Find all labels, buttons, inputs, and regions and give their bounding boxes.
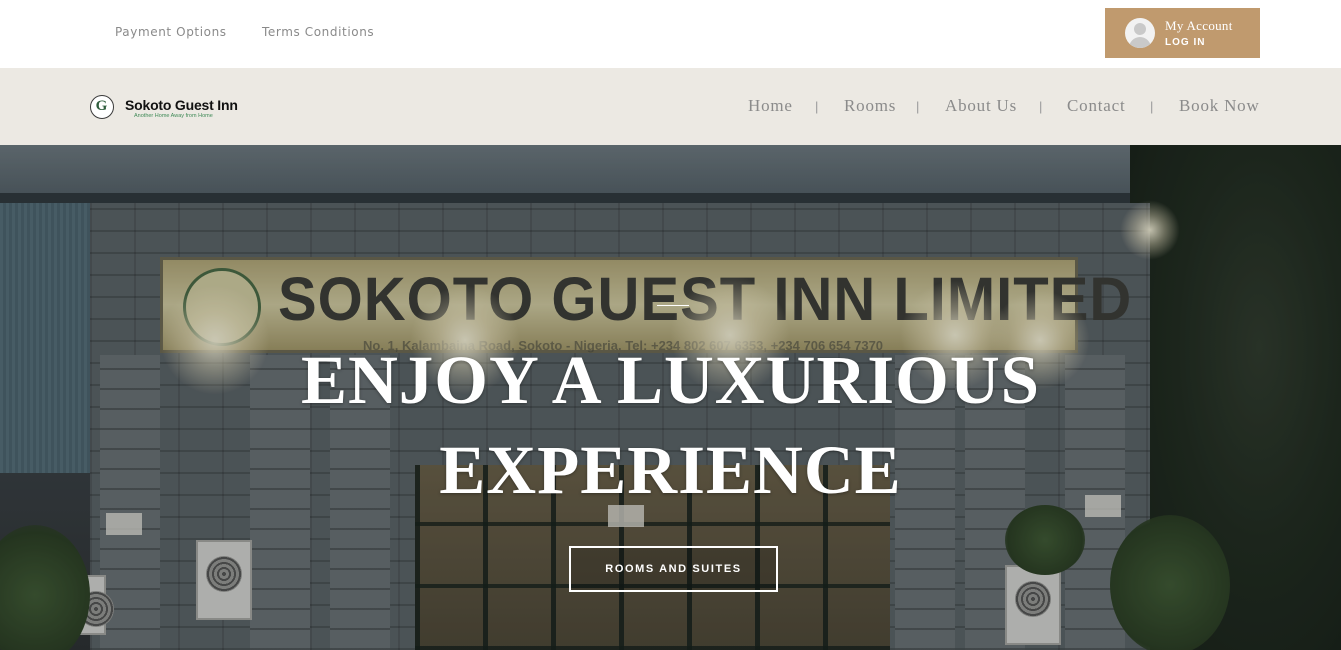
- main-navbar: G Sokoto Guest Inn Another Home Away fro…: [0, 68, 1341, 145]
- headline-line-1: ENJOY A LUXURIOUS: [300, 342, 1041, 418]
- nav-separator: |: [1039, 99, 1043, 114]
- payment-options-link[interactable]: Payment Options: [115, 25, 227, 39]
- nav-separator: |: [815, 99, 819, 114]
- nav-home[interactable]: Home: [748, 96, 793, 116]
- nav-rooms[interactable]: Rooms: [844, 96, 896, 116]
- login-label: LOG IN: [1165, 37, 1206, 48]
- site-logo[interactable]: G Sokoto Guest Inn Another Home Away fro…: [88, 94, 248, 122]
- headline-line-2: EXPERIENCE: [439, 432, 902, 508]
- my-account-button[interactable]: My Account LOG IN: [1105, 8, 1260, 58]
- nav-separator: |: [916, 99, 920, 114]
- logo-emblem-icon: G: [90, 95, 114, 119]
- hero-section: SOKOTO GUEST INN LIMITED No. 1, Kalambai…: [0, 145, 1341, 650]
- top-utility-bar: Payment Options Terms Conditions My Acco…: [0, 0, 1341, 68]
- nav-contact[interactable]: Contact: [1067, 96, 1125, 116]
- nav-book-now[interactable]: Book Now: [1179, 96, 1260, 116]
- rooms-and-suites-button[interactable]: ROOMS AND SUITES: [569, 546, 778, 592]
- hero-divider: [657, 305, 689, 306]
- account-title: My Account: [1165, 18, 1233, 33]
- brand-name: Sokoto Guest Inn: [125, 97, 238, 113]
- nav-separator: |: [1150, 99, 1154, 114]
- user-avatar-icon: [1125, 18, 1155, 48]
- brand-tagline: Another Home Away from Home: [134, 113, 213, 119]
- nav-about-us[interactable]: About Us: [945, 96, 1017, 116]
- terms-conditions-link[interactable]: Terms Conditions: [262, 25, 374, 39]
- hero-headline: ENJOY A LUXURIOUS EXPERIENCE: [0, 335, 1341, 515]
